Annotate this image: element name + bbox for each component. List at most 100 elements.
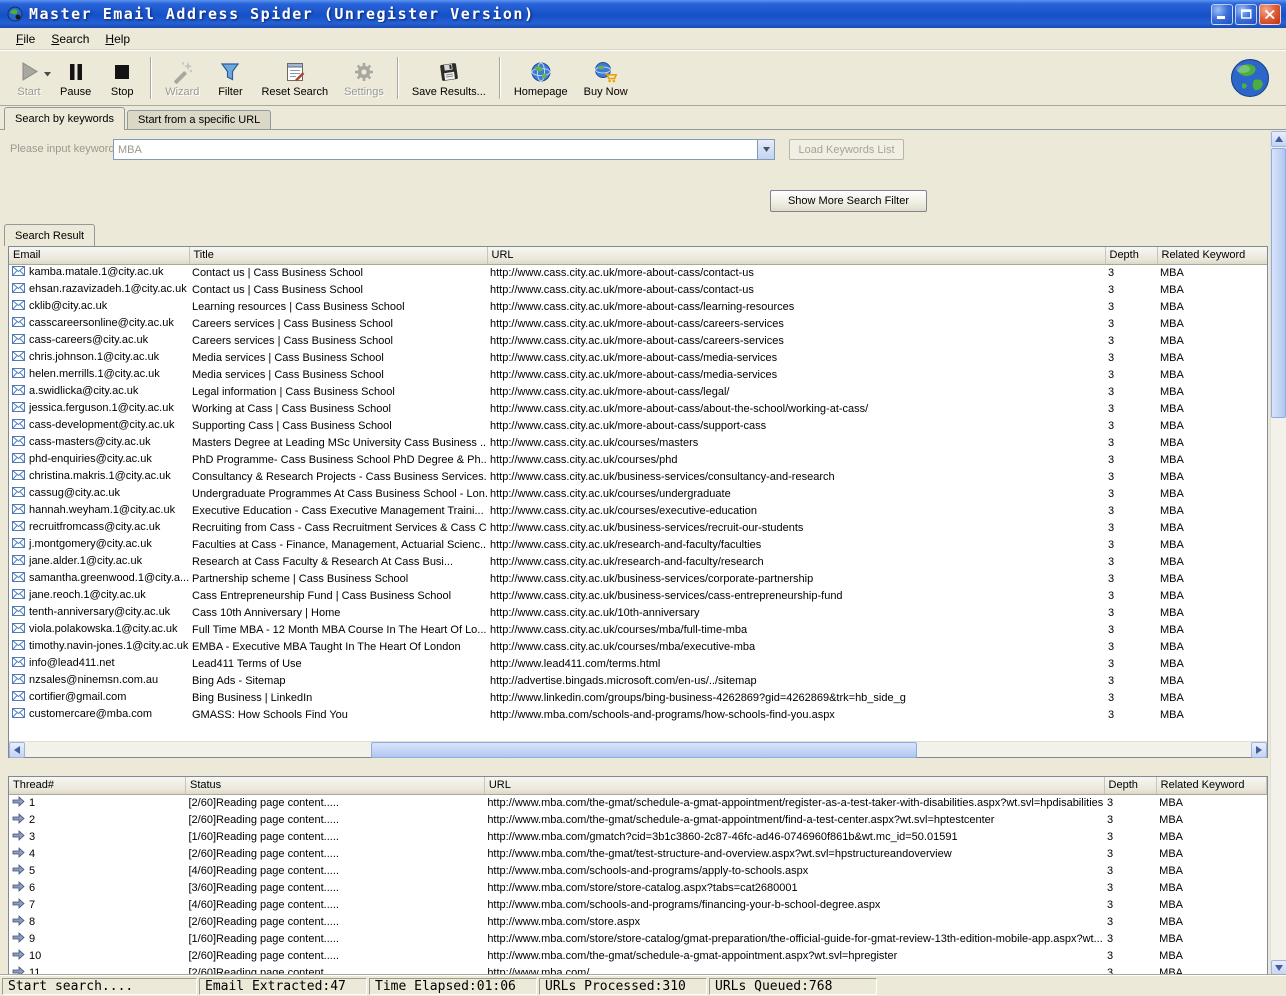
column-header-related-keyword[interactable]: Related Keyword: [1157, 247, 1267, 264]
table-row[interactable]: j.montgomery@city.ac.ukFaculties at Cass…: [9, 536, 1267, 553]
table-row[interactable]: 9[1/60]Reading page content.....http://w…: [9, 930, 1267, 947]
table-row[interactable]: kamba.matale.1@city.ac.ukContact us | Ca…: [9, 264, 1267, 281]
table-row[interactable]: jane.reoch.1@city.ac.ukCass Entrepreneur…: [9, 587, 1267, 604]
menu-file[interactable]: File: [8, 30, 43, 48]
toolbar-button-homepage[interactable]: Homepage: [506, 53, 576, 103]
envelope-icon: [12, 368, 25, 381]
envelope-icon: [12, 674, 25, 687]
table-row[interactable]: nzsales@ninemsn.com.auBing Ads - Sitemap…: [9, 672, 1267, 689]
table-row[interactable]: phd-enquiries@city.ac.ukPhD Programme- C…: [9, 451, 1267, 468]
table-row[interactable]: casscareersonline@city.ac.ukCareers serv…: [9, 315, 1267, 332]
table-row[interactable]: jessica.ferguson.1@city.ac.ukWorking at …: [9, 400, 1267, 417]
menu-search[interactable]: Search: [43, 30, 97, 48]
column-header-thread[interactable]: Thread#: [9, 777, 185, 794]
table-row[interactable]: jane.alder.1@city.ac.ukResearch at Cass …: [9, 553, 1267, 570]
app-icon: [7, 5, 25, 23]
table-row[interactable]: 5[4/60]Reading page content.....http://w…: [9, 862, 1267, 879]
horizontal-scrollbar-thumb[interactable]: [371, 742, 917, 758]
table-row[interactable]: viola.polakowska.1@city.ac.ukFull Time M…: [9, 621, 1267, 638]
vertical-scrollbar[interactable]: [1270, 131, 1286, 976]
table-row[interactable]: 1[2/60]Reading page content.....http://w…: [9, 794, 1267, 811]
envelope-icon: [12, 385, 25, 398]
toolbar-button-wizard[interactable]: Wizard: [157, 53, 207, 103]
column-header-email[interactable]: Email: [9, 247, 189, 264]
column-header-url[interactable]: URL: [484, 777, 1104, 794]
load-keywords-button[interactable]: Load Keywords List: [789, 139, 904, 160]
menu-help[interactable]: Help: [97, 30, 138, 48]
table-row[interactable]: a.swidlicka@city.ac.ukLegal information …: [9, 383, 1267, 400]
table-row[interactable]: chris.johnson.1@city.ac.ukMedia services…: [9, 349, 1267, 366]
envelope-icon: [12, 419, 25, 432]
minimize-button[interactable]: [1211, 4, 1233, 25]
column-header-depth[interactable]: Depth: [1104, 777, 1156, 794]
table-row[interactable]: 11[2/60]Reading page content.....http://…: [9, 964, 1267, 974]
show-more-filter-button[interactable]: Show More Search Filter: [770, 190, 927, 212]
table-row[interactable]: recruitfromcass@city.ac.ukRecruiting fro…: [9, 519, 1267, 536]
envelope-icon: [12, 606, 25, 619]
toolbar-button-reset-search[interactable]: Reset Search: [253, 53, 336, 103]
scroll-down-button[interactable]: [1271, 960, 1286, 976]
scroll-right-button[interactable]: [1251, 742, 1267, 758]
table-row[interactable]: info@lead411.netLead411 Terms of Usehttp…: [9, 655, 1267, 672]
close-button[interactable]: [1259, 4, 1281, 25]
table-row[interactable]: christina.makris.1@city.ac.ukConsultancy…: [9, 468, 1267, 485]
thread-arrow-icon: [12, 932, 25, 946]
table-row[interactable]: 6[3/60]Reading page content.....http://w…: [9, 879, 1267, 896]
toolbar-button-start[interactable]: Start: [6, 53, 52, 103]
table-row[interactable]: cortifier@gmail.comBing Business | Linke…: [9, 689, 1267, 706]
globe-icon: [529, 58, 553, 85]
combo-dropdown-button[interactable]: [757, 140, 774, 159]
table-row[interactable]: 10[2/60]Reading page content.....http://…: [9, 947, 1267, 964]
scroll-up-button[interactable]: [1271, 131, 1286, 147]
envelope-icon: [12, 572, 25, 585]
toolbar-button-pause[interactable]: Pause: [52, 53, 99, 103]
table-row[interactable]: cklib@city.ac.ukLearning resources | Cas…: [9, 298, 1267, 315]
horizontal-scrollbar[interactable]: [9, 741, 1267, 757]
maximize-button[interactable]: [1235, 4, 1257, 25]
thread-arrow-icon: [12, 881, 25, 895]
table-row[interactable]: timothy.navin-jones.1@city.ac.ukEMBA - E…: [9, 638, 1267, 655]
tab-search-result[interactable]: Search Result: [4, 224, 95, 246]
column-header-status[interactable]: Status: [185, 777, 484, 794]
envelope-icon: [12, 283, 25, 296]
table-row[interactable]: samantha.greenwood.1@city.a...Partnershi…: [9, 570, 1267, 587]
table-row[interactable]: ehsan.razavizadeh.1@city.ac.ukContact us…: [9, 281, 1267, 298]
thread-arrow-icon: [12, 796, 25, 810]
table-row[interactable]: 4[2/60]Reading page content.....http://w…: [9, 845, 1267, 862]
toolbar-button-buy-now[interactable]: Buy Now: [576, 53, 636, 103]
table-row[interactable]: cass-development@city.ac.ukSupporting Ca…: [9, 417, 1267, 434]
table-row[interactable]: hannah.weyham.1@city.ac.ukExecutive Educ…: [9, 502, 1267, 519]
table-row[interactable]: customercare@mba.comGMASS: How Schools F…: [9, 706, 1267, 723]
toolbar-button-settings[interactable]: Settings: [336, 53, 392, 103]
tab-start-from-a-specific-url[interactable]: Start from a specific URL: [127, 110, 271, 129]
table-row[interactable]: tenth-anniversary@city.ac.ukCass 10th An…: [9, 604, 1267, 621]
reset-search-icon: [283, 58, 307, 85]
tab-search-by-keywords[interactable]: Search by keywords: [4, 107, 125, 130]
column-header-title[interactable]: Title: [189, 247, 487, 264]
table-row[interactable]: 3[1/60]Reading page content.....http://w…: [9, 828, 1267, 845]
table-row[interactable]: 2[2/60]Reading page content.....http://w…: [9, 811, 1267, 828]
column-header-related-keyword[interactable]: Related Keyword: [1156, 777, 1266, 794]
thread-arrow-icon: [12, 966, 25, 975]
toolbar-separator: [499, 57, 501, 99]
keyword-combobox[interactable]: MBA: [113, 139, 775, 160]
toolbar-button-stop[interactable]: Stop: [99, 53, 145, 103]
table-row[interactable]: cass-masters@city.ac.ukMasters Degree at…: [9, 434, 1267, 451]
envelope-icon: [12, 487, 25, 500]
table-row[interactable]: cass-careers@city.ac.ukCareers services …: [9, 332, 1267, 349]
envelope-icon: [12, 300, 25, 313]
table-row[interactable]: 8[2/60]Reading page content.....http://w…: [9, 913, 1267, 930]
envelope-icon: [12, 708, 25, 721]
table-row[interactable]: helen.merrills.1@city.ac.ukMedia service…: [9, 366, 1267, 383]
column-header-url[interactable]: URL: [487, 247, 1105, 264]
thread-arrow-icon: [12, 813, 25, 827]
vertical-scrollbar-thumb[interactable]: [1271, 148, 1286, 418]
column-header-depth[interactable]: Depth: [1105, 247, 1157, 264]
table-row[interactable]: 7[4/60]Reading page content.....http://w…: [9, 896, 1267, 913]
toolbar-button-filter[interactable]: Filter: [207, 53, 253, 103]
envelope-icon: [12, 470, 25, 483]
dropdown-arrow-icon[interactable]: [44, 68, 51, 80]
scroll-left-button[interactable]: [9, 742, 25, 758]
table-row[interactable]: cassug@city.ac.ukUndergraduate Programme…: [9, 485, 1267, 502]
toolbar-button-save-results[interactable]: Save Results...: [404, 53, 494, 103]
